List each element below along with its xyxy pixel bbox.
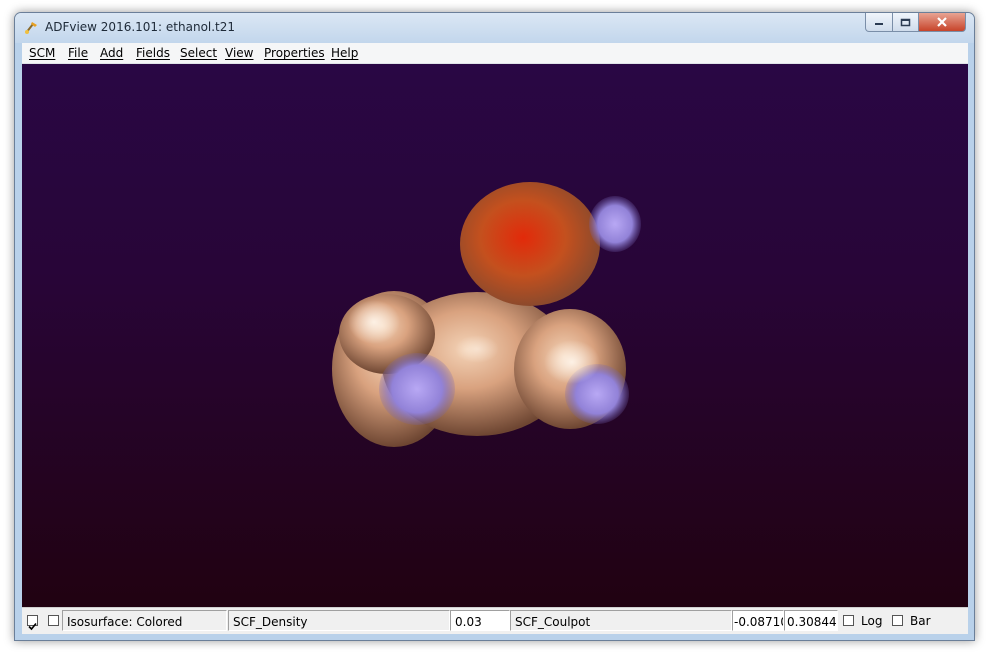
close-button[interactable] [918, 13, 966, 32]
iso-value-input[interactable]: 0.03 [450, 610, 510, 631]
minimize-button[interactable] [865, 13, 893, 32]
menu-bar: SCM File Add Fields Select View Properti… [22, 43, 968, 64]
visible-checkbox[interactable] [27, 615, 38, 631]
menu-scm[interactable]: SCM [29, 46, 55, 60]
menu-help[interactable]: Help [331, 46, 358, 60]
log-checkbox[interactable] [843, 615, 854, 626]
maximize-button[interactable] [892, 13, 919, 32]
log-label: Log [861, 614, 883, 628]
app-window: ADFview 2016.101: ethanol.t21 SCM File A… [14, 12, 975, 641]
status-bar: Isosurface: Colored SCF_Density 0.03 SCF… [22, 607, 968, 634]
range-min-input[interactable]: -0.08710 [732, 610, 784, 631]
ethanol-isosurface [332, 182, 641, 447]
menu-properties[interactable]: Properties [264, 46, 325, 60]
color-field[interactable]: SCF_Coulpot [510, 610, 732, 631]
density-field[interactable]: SCF_Density [228, 610, 450, 631]
menu-view[interactable]: View [225, 46, 253, 60]
menu-select[interactable]: Select [180, 46, 217, 60]
range-max-input[interactable]: 0.308445 [784, 610, 838, 631]
window-title: ADFview 2016.101: ethanol.t21 [45, 20, 236, 34]
title-bar[interactable]: ADFview 2016.101: ethanol.t21 [15, 13, 974, 43]
bar-label: Bar [910, 614, 931, 628]
menu-add[interactable]: Add [100, 46, 123, 60]
surface-type-field[interactable]: Isosurface: Colored [62, 610, 227, 631]
secondary-checkbox[interactable] [48, 615, 59, 626]
checkmark-icon [28, 622, 37, 631]
maximize-icon [900, 18, 911, 26]
menu-fields[interactable]: Fields [136, 46, 170, 60]
adfview-icon [25, 22, 37, 34]
oxygen-lobe [460, 182, 600, 306]
close-icon [937, 17, 947, 27]
minimize-icon [875, 23, 883, 25]
bar-checkbox[interactable] [892, 615, 903, 626]
molecule-viewport[interactable] [22, 64, 968, 607]
menu-file[interactable]: File [68, 46, 88, 60]
